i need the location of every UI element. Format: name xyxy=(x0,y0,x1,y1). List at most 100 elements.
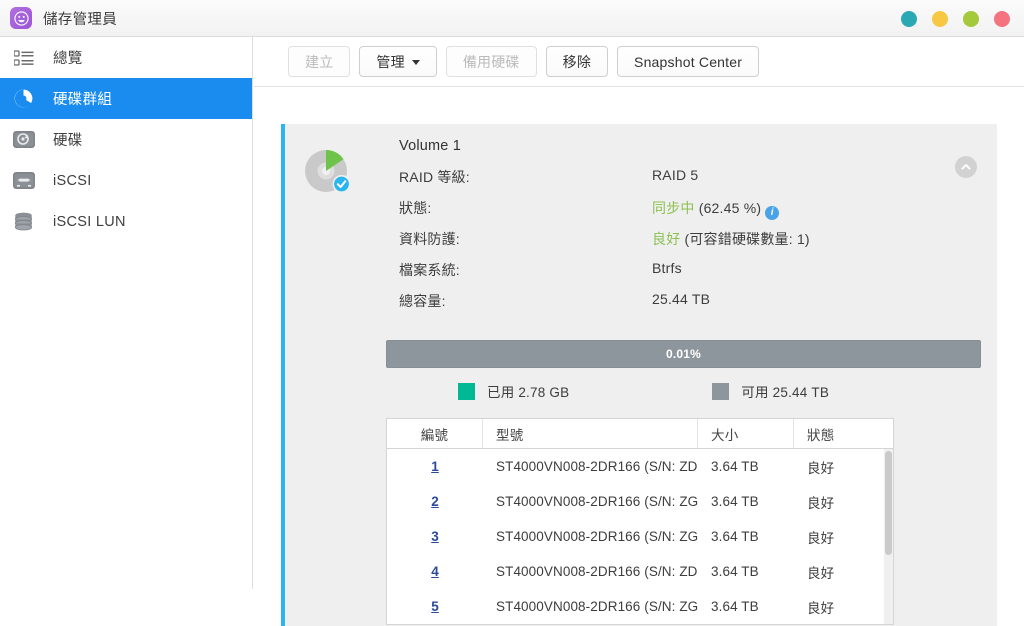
disk-table-scrollbar[interactable] xyxy=(884,449,893,624)
table-row[interactable]: 4 ST4000VN008-2DR166 (S/N: ZD... 3.64 TB… xyxy=(387,554,893,589)
column-header-size[interactable]: 大小 xyxy=(698,419,794,448)
column-header-status[interactable]: 狀態 xyxy=(794,419,893,448)
field-value: RAID 5 xyxy=(652,167,698,183)
legend-item-free: 可用 25.44 TB xyxy=(712,381,829,401)
legend-item-used: 已用 2.78 GB xyxy=(458,381,569,401)
field-raid-level: RAID 等級: RAID 5 xyxy=(399,167,997,198)
remove-button-label: 移除 xyxy=(563,52,591,72)
sidebar-item-label: 硬碟 xyxy=(53,129,83,150)
legend-swatch-free xyxy=(712,383,729,400)
sidebar-item-label: 硬碟群組 xyxy=(53,88,112,109)
snapshot-center-button[interactable]: Snapshot Center xyxy=(617,46,759,77)
cell-size: 3.64 TB xyxy=(698,459,794,474)
disk-index-link[interactable]: 3 xyxy=(431,529,439,544)
table-row[interactable]: 5 ST4000VN008-2DR166 (S/N: ZGY... 3.64 T… xyxy=(387,589,893,624)
manage-button[interactable]: 管理 xyxy=(359,46,436,77)
window-dot-yellow[interactable] xyxy=(932,11,948,27)
legend-label: 可用 25.44 TB xyxy=(741,381,829,401)
collapse-panel-button[interactable] xyxy=(955,156,977,178)
volume-name: Volume 1 xyxy=(399,138,997,154)
field-label: 檔案系統: xyxy=(399,260,652,280)
column-header-model[interactable]: 型號 xyxy=(483,419,698,448)
protection-badge: 良好 xyxy=(652,231,680,247)
sidebar-item-label: iSCSI LUN xyxy=(53,214,126,230)
chevron-down-icon xyxy=(412,60,420,65)
sidebar-item-overview[interactable]: 總覽 xyxy=(0,37,252,78)
disk-table-scrollbar-thumb[interactable] xyxy=(885,451,892,555)
sidebar-item-iscsi-lun[interactable]: iSCSI LUN xyxy=(0,201,252,242)
usage-legend: 已用 2.78 GB 可用 25.44 TB xyxy=(386,381,981,401)
sidebar-item-iscsi[interactable]: iSCSI xyxy=(0,160,252,201)
window-controls xyxy=(901,0,1010,37)
usage-progress-bar: 0.01% xyxy=(386,340,981,368)
cell-status: 良好 xyxy=(794,562,893,582)
cell-size: 3.64 TB xyxy=(698,529,794,544)
cell-model: ST4000VN008-2DR166 (S/N: ZGY... xyxy=(483,494,698,509)
spare-disk-button[interactable]: 備用硬碟 xyxy=(446,46,537,77)
main-content: 建立 管理 備用硬碟 移除 Snapshot Center xyxy=(254,37,1024,589)
disk-index-link[interactable]: 1 xyxy=(431,459,439,474)
field-value: Btrfs xyxy=(652,260,682,276)
manage-button-label: 管理 xyxy=(376,52,404,72)
cell-size: 3.64 TB xyxy=(698,494,794,509)
usage-section: 0.01% 已用 2.78 GB 可用 25.44 TB xyxy=(285,340,997,401)
storage-pool-icon xyxy=(10,85,37,112)
status-suffix: (62.45 %) xyxy=(699,200,762,216)
disk-table-section: 編號 型號 大小 狀態 1 ST4000VN008-2DR166 (S/N: Z… xyxy=(285,418,997,625)
cell-num: 5 xyxy=(387,599,483,614)
cell-status: 良好 xyxy=(794,492,893,512)
column-header-num[interactable]: 編號 xyxy=(387,419,483,448)
info-icon[interactable]: i xyxy=(765,206,779,220)
usage-percent-label: 0.01% xyxy=(666,347,701,361)
cell-status: 良好 xyxy=(794,527,893,547)
cell-num: 2 xyxy=(387,494,483,509)
sidebar-item-storage-pool[interactable]: 硬碟群組 xyxy=(0,78,252,119)
cell-size: 3.64 TB xyxy=(698,564,794,579)
cell-status: 良好 xyxy=(794,597,893,617)
sidebar-item-label: iSCSI xyxy=(53,173,92,189)
window-title: 儲存管理員 xyxy=(43,8,117,29)
cell-size: 3.64 TB xyxy=(698,599,794,614)
disk-index-link[interactable]: 4 xyxy=(431,564,439,579)
field-label: 狀態: xyxy=(399,198,652,218)
window-dot-red[interactable] xyxy=(994,11,1010,27)
table-row[interactable]: 2 ST4000VN008-2DR166 (S/N: ZGY... 3.64 T… xyxy=(387,484,893,519)
disk-table-header: 編號 型號 大小 狀態 xyxy=(387,419,893,449)
legend-label: 已用 2.78 GB xyxy=(487,381,569,401)
snapshot-center-button-label: Snapshot Center xyxy=(634,54,742,70)
disk-table-body: 1 ST4000VN008-2DR166 (S/N: ZD... 3.64 TB… xyxy=(387,449,893,624)
field-label: RAID 等級: xyxy=(399,167,652,187)
disk-index-link[interactable]: 2 xyxy=(431,494,439,509)
sidebar: 總覽 硬碟群組 硬碟 xyxy=(0,37,253,589)
volume-disk-icon xyxy=(301,138,363,322)
remove-button[interactable]: 移除 xyxy=(546,46,608,77)
cell-num: 3 xyxy=(387,529,483,544)
volume-panel: Volume 1 RAID 等級: RAID 5 狀態: 同步中 (62.45 … xyxy=(281,124,997,626)
volume-panel-wrapper: Volume 1 RAID 等級: RAID 5 狀態: 同步中 (62.45 … xyxy=(254,87,1024,589)
window-dot-green[interactable] xyxy=(963,11,979,27)
create-button[interactable]: 建立 xyxy=(288,46,350,77)
sidebar-item-hdd[interactable]: 硬碟 xyxy=(0,119,252,160)
table-row[interactable]: 1 ST4000VN008-2DR166 (S/N: ZD... 3.64 TB… xyxy=(387,449,893,484)
field-data-protection: 資料防護: 良好 (可容錯硬碟數量: 1) xyxy=(399,229,997,260)
table-row[interactable]: 3 ST4000VN008-2DR166 (S/N: ZGY... 3.64 T… xyxy=(387,519,893,554)
cell-model: ST4000VN008-2DR166 (S/N: ZD... xyxy=(483,459,698,474)
field-file-system: 檔案系統: Btrfs xyxy=(399,260,997,291)
sidebar-item-label: 總覽 xyxy=(53,47,83,68)
iscsi-lun-icon xyxy=(10,208,37,235)
status-badge: 同步中 xyxy=(652,200,695,216)
hdd-icon xyxy=(10,126,37,153)
window-dot-teal[interactable] xyxy=(901,11,917,27)
cell-status: 良好 xyxy=(794,457,893,477)
create-button-label: 建立 xyxy=(305,52,333,72)
disk-index-link[interactable]: 5 xyxy=(431,599,439,614)
field-value: 同步中 (62.45 %)i xyxy=(652,198,779,220)
field-label: 資料防護: xyxy=(399,229,652,249)
protection-suffix: (可容錯硬碟數量: 1) xyxy=(685,231,810,247)
volume-header: Volume 1 RAID 等級: RAID 5 狀態: 同步中 (62.45 … xyxy=(285,138,997,322)
cell-num: 4 xyxy=(387,564,483,579)
volume-fields: Volume 1 RAID 等級: RAID 5 狀態: 同步中 (62.45 … xyxy=(399,138,997,322)
chevron-up-icon xyxy=(960,161,972,173)
overview-icon xyxy=(10,44,37,71)
cell-num: 1 xyxy=(387,459,483,474)
